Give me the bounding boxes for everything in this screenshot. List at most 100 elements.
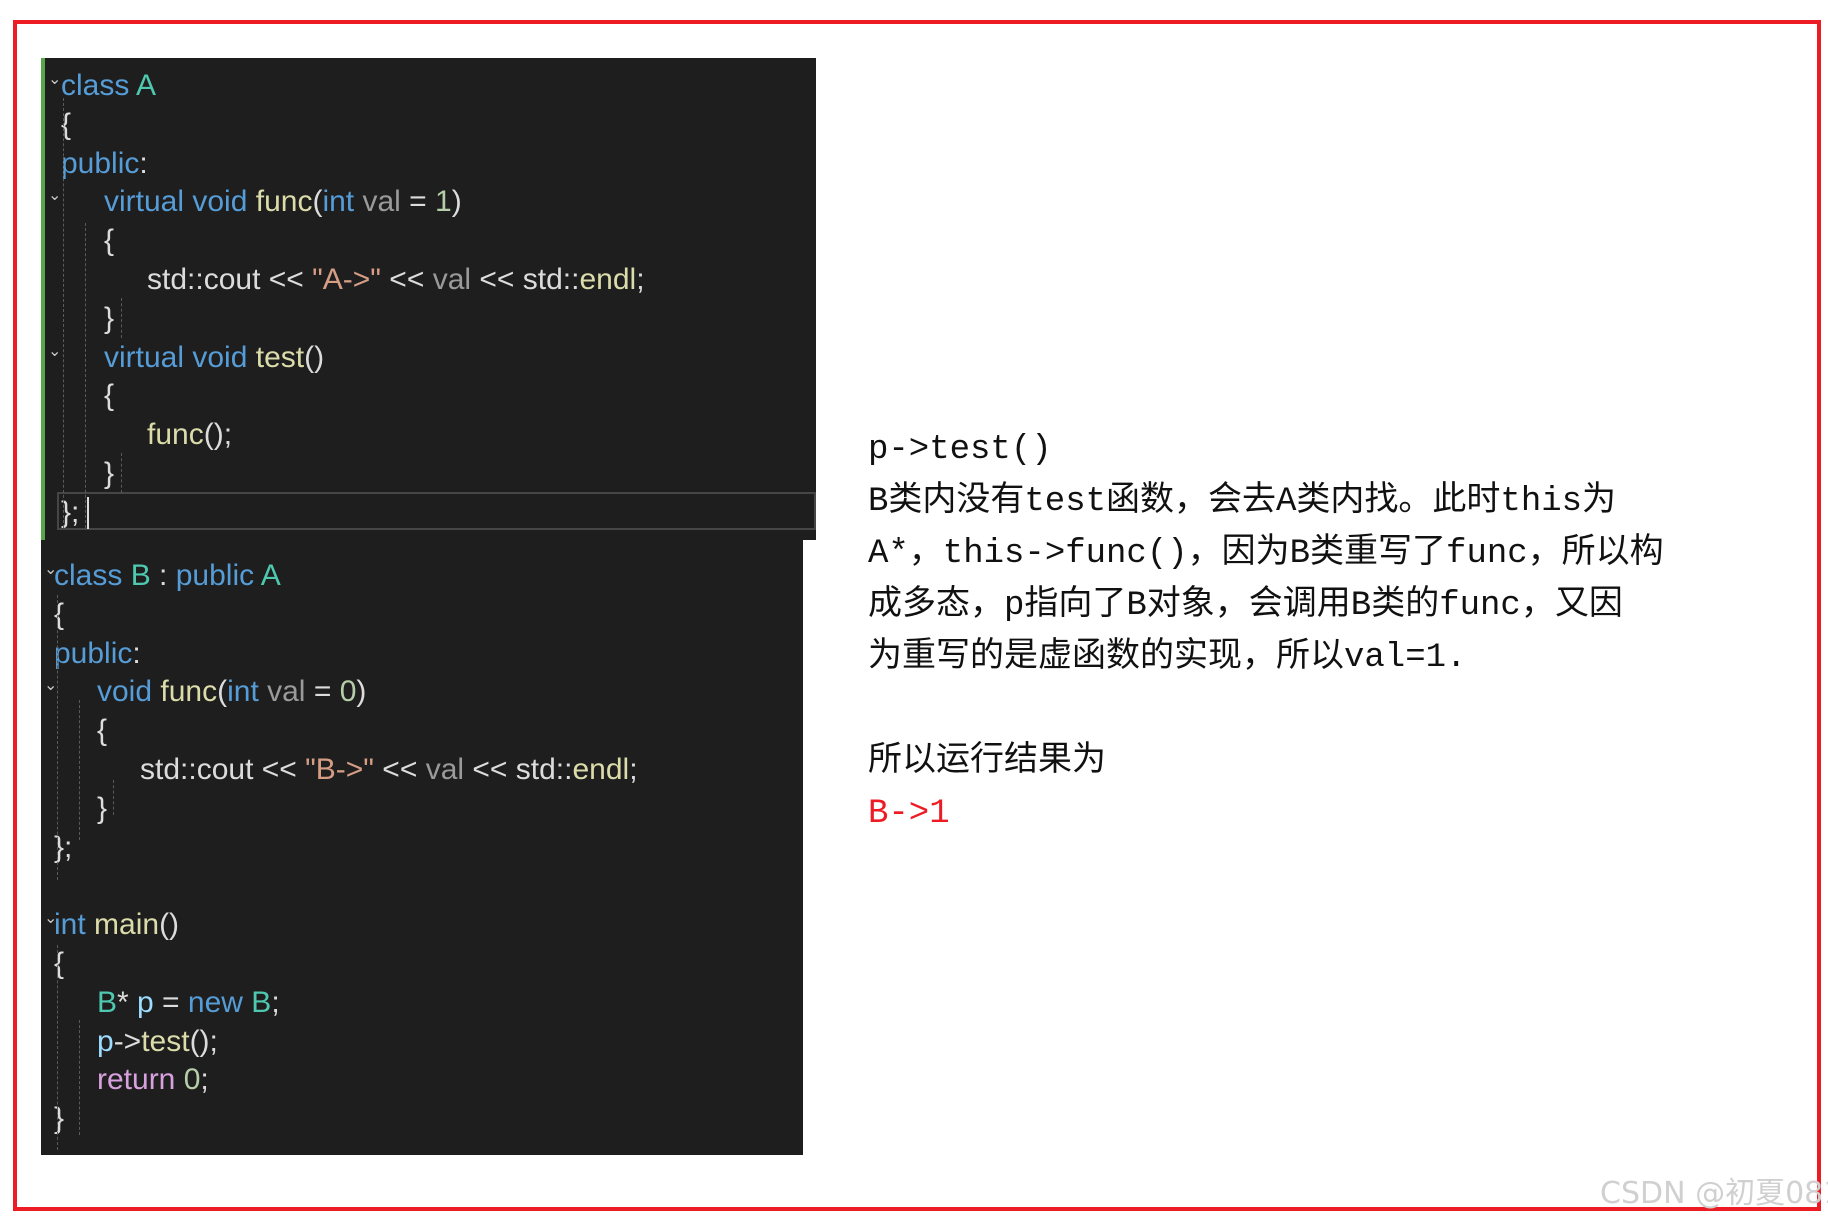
code-token: { bbox=[104, 379, 115, 413]
code-token: B bbox=[130, 559, 151, 592]
code-token: (); bbox=[203, 418, 233, 452]
code-token: { bbox=[54, 947, 65, 980]
code-token: 0 bbox=[183, 1063, 201, 1097]
code-token: : bbox=[132, 636, 141, 670]
code-token: << bbox=[253, 753, 306, 786]
code-token: { bbox=[97, 714, 108, 748]
code-token: func bbox=[255, 185, 313, 219]
code-line[interactable]: std::cout << "B->" << val << std::endl; bbox=[140, 751, 638, 789]
watermark: CSDN @初夏0811 bbox=[1600, 1176, 1828, 1211]
explanation-line: B类内没有test函数，会去A类内找。此时this为 bbox=[868, 483, 1617, 521]
code-token: B bbox=[251, 985, 272, 1019]
code-line[interactable]: } bbox=[54, 1100, 64, 1138]
indent-guide bbox=[79, 700, 80, 840]
code-token: void bbox=[192, 185, 256, 219]
code-token: A bbox=[260, 559, 281, 592]
code-token: << bbox=[373, 753, 426, 786]
code-token: ( bbox=[217, 675, 228, 709]
code-line[interactable]: { bbox=[54, 596, 64, 634]
code-token: return bbox=[97, 1063, 184, 1097]
explanation-line: 为重写的是虚函数的实现，所以val=1. bbox=[868, 639, 1467, 677]
indent-guide bbox=[121, 453, 122, 493]
indent-guide bbox=[57, 945, 58, 1150]
code-token: val bbox=[432, 263, 472, 296]
code-line[interactable]: return 0; bbox=[97, 1061, 209, 1099]
code-line[interactable]: class B : public A bbox=[54, 557, 281, 595]
code-line[interactable]: } bbox=[97, 790, 107, 828]
code-token: val bbox=[267, 675, 306, 709]
code-token: int bbox=[227, 675, 268, 709]
code-token: } bbox=[97, 791, 108, 825]
code-line[interactable]: } bbox=[104, 300, 114, 338]
code-token: :: bbox=[187, 263, 204, 296]
code-token: ) bbox=[451, 185, 462, 219]
code-token: B bbox=[97, 985, 118, 1019]
fold-chevron-icon[interactable]: ⌄ bbox=[44, 675, 57, 695]
code-token: func bbox=[147, 418, 204, 452]
code-token: void bbox=[97, 675, 161, 709]
code-line[interactable]: class A bbox=[61, 67, 156, 105]
code-token: } bbox=[104, 457, 115, 490]
code-token: public bbox=[61, 146, 140, 180]
indent-guide bbox=[79, 1020, 80, 1135]
code-token: int bbox=[54, 908, 95, 942]
code-token: () bbox=[159, 908, 180, 942]
code-line[interactable]: public: bbox=[54, 635, 141, 673]
code-token: = bbox=[400, 185, 436, 219]
code-line[interactable]: func(); bbox=[147, 416, 232, 454]
code-token: std:: bbox=[515, 753, 573, 786]
code-line[interactable]: { bbox=[54, 945, 64, 983]
code-token: : bbox=[150, 559, 176, 592]
explanation-line: 成多态，p指向了B对象，会调用B类的func，又因 bbox=[868, 587, 1623, 625]
fold-chevron-icon[interactable]: ⌄ bbox=[48, 341, 61, 361]
code-token: public bbox=[175, 559, 261, 592]
code-token: } bbox=[104, 301, 115, 335]
fold-chevron-icon[interactable]: ⌄ bbox=[48, 69, 61, 89]
code-token: p bbox=[97, 1024, 114, 1058]
code-token: (); bbox=[189, 1024, 218, 1058]
code-token: { bbox=[54, 597, 65, 631]
code-token: void bbox=[192, 340, 256, 374]
code-line[interactable]: { bbox=[104, 222, 114, 260]
code-line[interactable]: virtual void func(int val = 1) bbox=[104, 183, 462, 221]
code-token: << bbox=[471, 263, 523, 296]
code-token: A bbox=[136, 69, 157, 102]
code-line[interactable]: { bbox=[97, 712, 107, 750]
code-token: std bbox=[140, 753, 181, 786]
code-token: endl bbox=[579, 263, 637, 296]
code-line[interactable]: p->test(); bbox=[97, 1023, 218, 1061]
code-token: } bbox=[54, 1102, 65, 1136]
indent-guide bbox=[57, 595, 58, 880]
code-token: "A->" bbox=[312, 263, 381, 296]
code-token: { bbox=[104, 224, 115, 258]
code-token: new bbox=[187, 985, 252, 1019]
code-line[interactable]: virtual void test() bbox=[104, 339, 324, 377]
indent-guide bbox=[113, 780, 114, 815]
explanation-line: p->test() bbox=[868, 431, 1052, 469]
code-token: << bbox=[380, 263, 433, 296]
indent-guide bbox=[121, 298, 122, 338]
code-token: << bbox=[464, 753, 516, 786]
code-token: test bbox=[141, 1024, 190, 1058]
code-line[interactable]: int main() bbox=[54, 906, 179, 944]
code-token: -> bbox=[113, 1024, 142, 1058]
code-token: : bbox=[139, 146, 148, 180]
code-line[interactable]: { bbox=[104, 377, 114, 415]
code-token: std bbox=[147, 263, 188, 296]
current-line-highlight bbox=[57, 491, 816, 530]
code-block-class-a: ⌄ class A{public: ⌄ virtual void func(int v… bbox=[41, 58, 816, 540]
code-token: class bbox=[54, 559, 131, 592]
code-token: test bbox=[255, 340, 305, 374]
code-token: ; bbox=[271, 985, 280, 1019]
code-line[interactable]: void func(int val = 0) bbox=[97, 673, 366, 711]
code-line[interactable]: public: bbox=[61, 145, 148, 183]
code-token: val bbox=[425, 753, 465, 786]
result-label: 所以运行结果为 bbox=[868, 743, 1106, 781]
code-line[interactable]: std::cout << "A->" << val << std::endl; bbox=[147, 261, 645, 299]
fold-chevron-icon[interactable]: ⌄ bbox=[48, 185, 61, 205]
code-line[interactable]: } bbox=[104, 455, 114, 493]
code-line[interactable]: B* p = new B; bbox=[97, 984, 280, 1022]
code-token: cout bbox=[196, 753, 254, 786]
code-token: ; bbox=[636, 263, 645, 296]
code-token: ) bbox=[356, 675, 367, 709]
